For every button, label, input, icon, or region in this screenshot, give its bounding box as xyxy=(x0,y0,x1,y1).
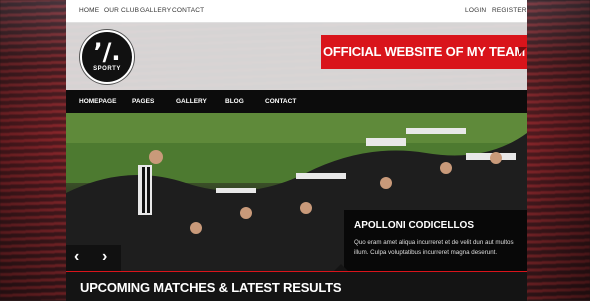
chevron-right-icon[interactable]: › xyxy=(102,248,107,266)
nav-item-contact[interactable]: CONTACT xyxy=(265,98,296,105)
login-link[interactable]: LOGIN xyxy=(465,7,486,14)
logo-text: SPORTY xyxy=(93,66,121,72)
chevron-left-icon[interactable]: ‹ xyxy=(74,248,79,266)
main-navigation: HOMEPAGE PAGES GALLERY BLOG CONTACT xyxy=(66,90,527,113)
register-link[interactable]: REGISTER xyxy=(492,7,527,14)
page-container: HOME OUR CLUB GALLERY CONTACT LOGIN REGI… xyxy=(66,0,527,301)
section-header: UPCOMING MATCHES & LATEST RESULTS xyxy=(66,271,527,301)
nav-item-homepage[interactable]: HOMEPAGE xyxy=(79,98,116,105)
top-bar: HOME OUR CLUB GALLERY CONTACT LOGIN REGI… xyxy=(66,0,527,23)
slide-caption-title: APOLLONI CODICELLOS xyxy=(354,220,474,231)
official-banner: OFFICIAL WEBSITE OF MY TEAM xyxy=(321,35,527,69)
top-link-contact[interactable]: CONTACT xyxy=(172,7,204,14)
background-shade-right xyxy=(524,0,590,300)
top-link-gallery[interactable]: GALLERY xyxy=(140,7,171,14)
slider-arrows: ‹ › xyxy=(66,245,121,271)
hero-slider[interactable]: APOLLONI CODICELLOS Quo eram amet aliqua… xyxy=(66,113,527,271)
banner-fold xyxy=(519,47,527,55)
slide-caption-text: Quo eram amet aliqua incurreret et de ve… xyxy=(354,239,514,256)
header: ’/. SPORTY OFFICIAL WEBSITE OF MY TEAM xyxy=(66,22,527,90)
top-link-home[interactable]: HOME xyxy=(79,7,99,14)
logo-mark: ’/. xyxy=(93,38,121,66)
nav-item-pages[interactable]: PAGES xyxy=(132,98,154,105)
section-title: UPCOMING MATCHES & LATEST RESULTS xyxy=(80,280,342,295)
top-link-our-club[interactable]: OUR CLUB xyxy=(104,7,139,14)
caption-pointer xyxy=(334,264,348,271)
nav-item-gallery[interactable]: GALLERY xyxy=(176,98,207,105)
site-logo[interactable]: ’/. SPORTY xyxy=(80,30,134,84)
nav-item-blog[interactable]: BLOG xyxy=(225,98,244,105)
background-shade-left xyxy=(0,0,66,300)
slide-caption: APOLLONI CODICELLOS Quo eram amet aliqua… xyxy=(344,210,527,271)
